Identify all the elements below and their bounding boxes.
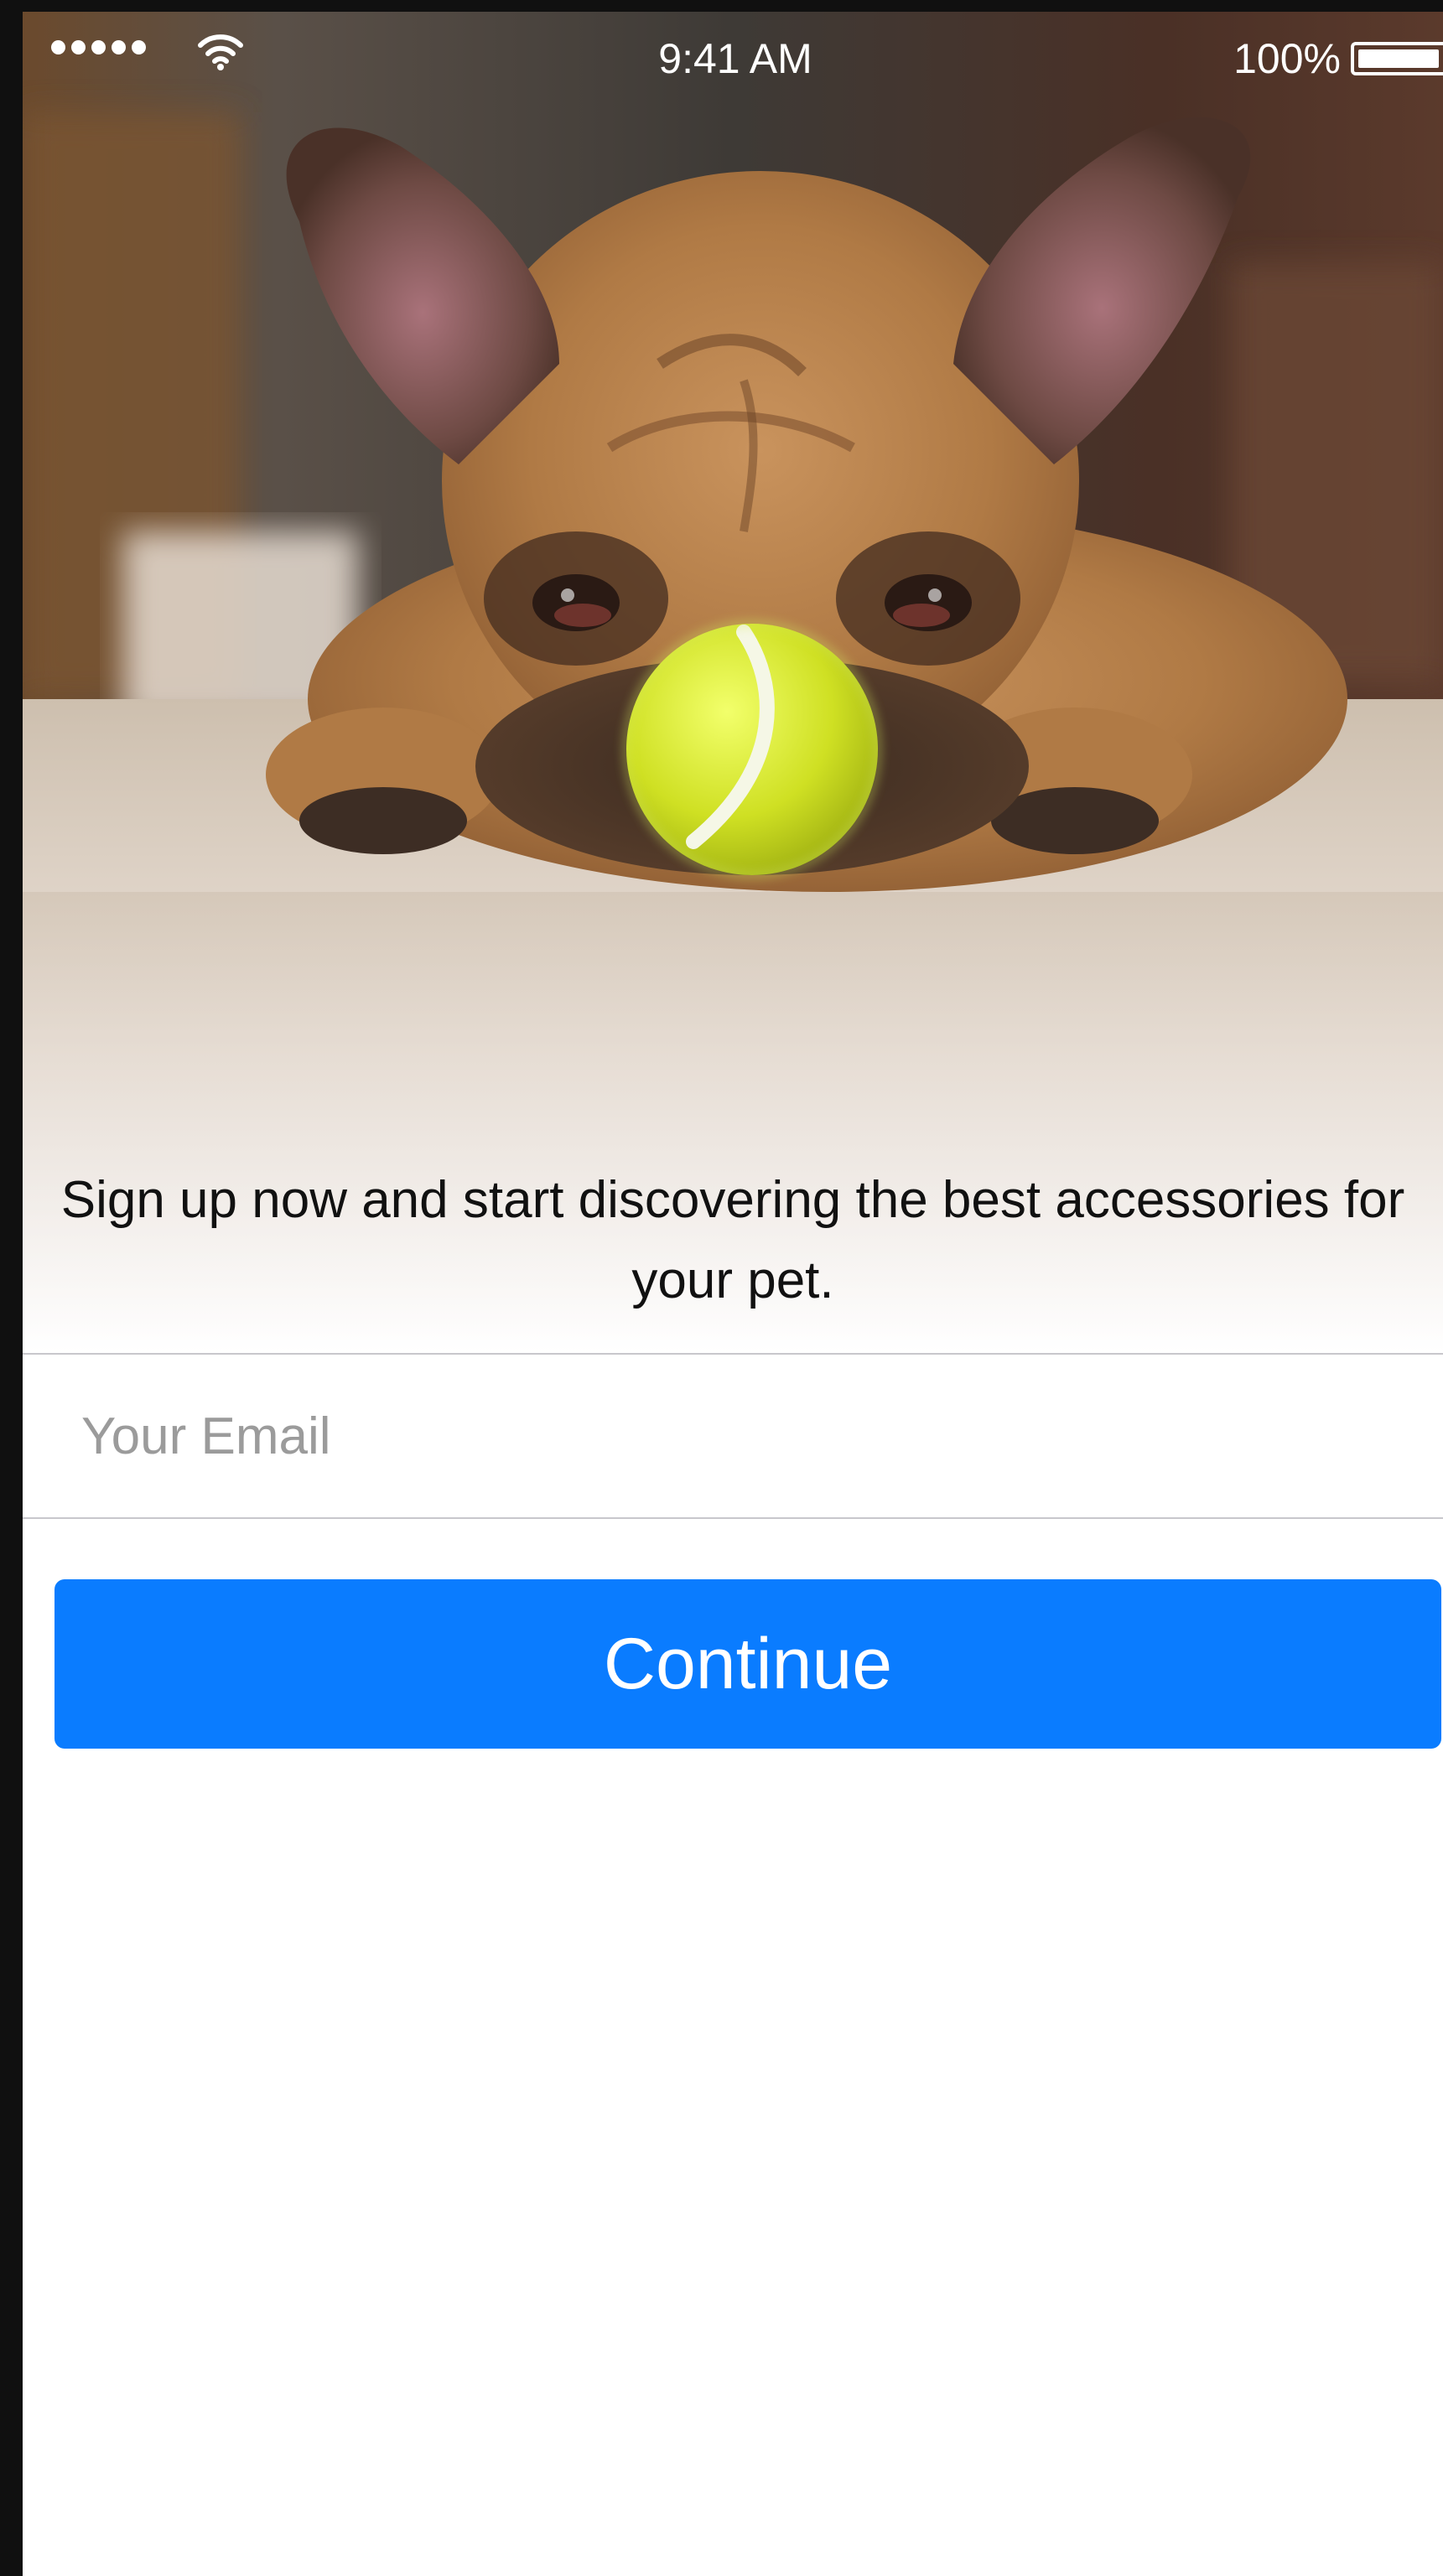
dog-with-tennis-ball-photo <box>23 12 1443 1353</box>
hero-photo <box>23 12 1443 1353</box>
status-time: 9:41 AM <box>658 35 812 82</box>
signup-tagline: Sign up now and start discovering the be… <box>60 1171 1405 1309</box>
battery-percentage: 100% <box>1233 35 1341 82</box>
status-bar: 9:41 AM 100% <box>23 12 1443 92</box>
signal-dots-icon <box>51 40 146 54</box>
email-field-row <box>23 1353 1443 1519</box>
app-screen: 9:41 AM 100% Sign up now and start disco… <box>23 12 1443 2576</box>
battery-icon <box>1351 42 1443 75</box>
continue-button[interactable]: Continue <box>55 1579 1441 1749</box>
device-frame: 9:41 AM 100% Sign up now and start disco… <box>0 0 1443 2576</box>
email-field[interactable] <box>81 1355 1389 1517</box>
wifi-icon <box>197 34 244 75</box>
